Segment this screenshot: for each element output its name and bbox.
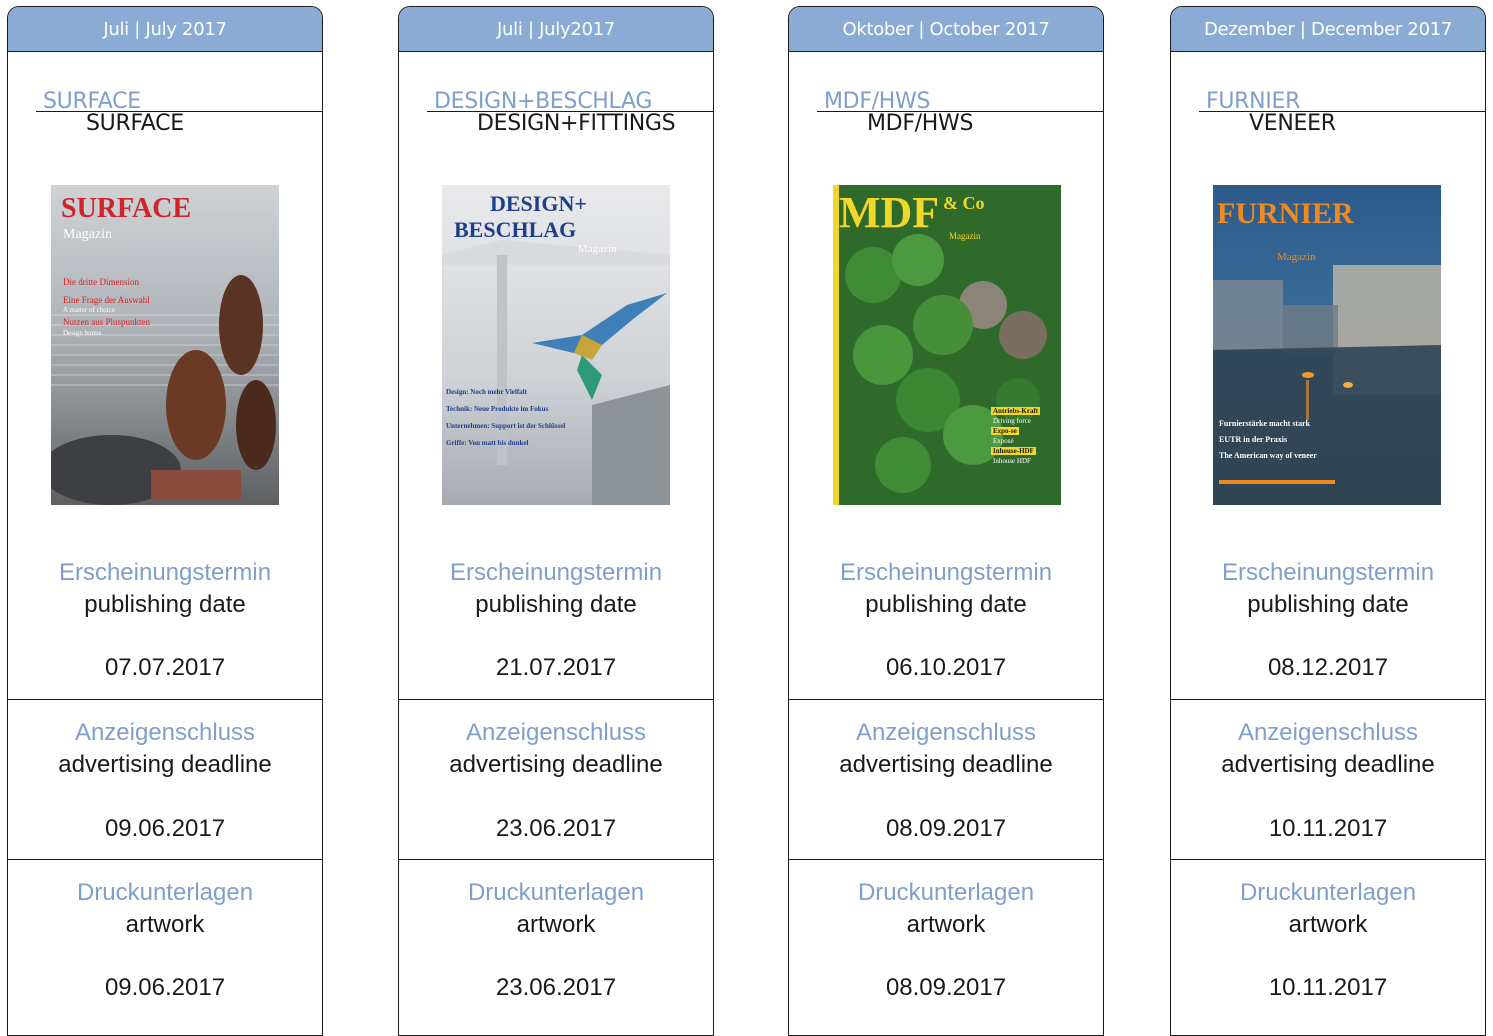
column-header: Juli | July2017 — [399, 7, 713, 52]
advertising-label-en: advertising deadline — [449, 751, 663, 778]
cover-line: Exposé — [993, 437, 1014, 445]
advertising-label-de: Anzeigenschluss — [74, 719, 256, 746]
cover-accent-bar — [1219, 480, 1335, 484]
advertising-label-de: Anzeigenschluss — [1237, 719, 1419, 746]
cover-subtitle: Magazin — [949, 231, 981, 241]
advertising-label-de: Anzeigenschluss — [855, 719, 1037, 746]
cover-line: A matter of choice — [63, 306, 115, 314]
magazine-cover-design-beschlag: DESIGN+ BESCHLAG Magazin Design: Noch me… — [442, 185, 670, 505]
divider — [789, 699, 1103, 700]
title-underline — [1199, 111, 1485, 112]
publishing-label-de: Erscheinungstermin — [58, 559, 272, 586]
advertising-date: 23.06.2017 — [495, 815, 617, 842]
cover-line: EUTR in der Praxis — [1219, 435, 1288, 444]
cover-line: Nutzen aus Pluspunkten — [63, 317, 150, 327]
column-surface: Juli | July 2017 SURFACE SURFACE SURFACE… — [7, 6, 323, 1036]
divider — [399, 699, 713, 700]
publishing-label-en: publishing date — [1247, 591, 1409, 618]
advertising-label-en: advertising deadline — [58, 751, 272, 778]
publishing-label-de: Erscheinungstermin — [1221, 559, 1435, 586]
cover-line: Griffe: Von matt bis dunkel — [446, 439, 529, 447]
publishing-label-en: publishing date — [84, 591, 246, 618]
cover-line: Antriebs-Kraft — [991, 407, 1041, 415]
cover-line: Furnierstärke macht stark — [1219, 419, 1311, 428]
magazine-cover-furnier: FURNIER Magazin Furnierstärke macht star… — [1213, 185, 1441, 505]
publishing-label-de: Erscheinungstermin — [839, 559, 1053, 586]
cover-title-line2: BESCHLAG — [454, 217, 577, 242]
publishing-date: 08.12.2017 — [1267, 654, 1389, 681]
artwork-date: 09.06.2017 — [104, 974, 226, 1001]
artwork-label-de: Druckunterlagen — [76, 879, 254, 906]
cover-line: Design: Noch mehr Vielfalt — [446, 388, 527, 396]
divider — [8, 859, 322, 860]
cover-line: Expo-se — [991, 427, 1019, 435]
publishing-date: 06.10.2017 — [885, 654, 1007, 681]
magazine-cover-surface: SURFACE Magazin Die dritte Dimension Ein… — [51, 185, 279, 505]
cover-line: Driving force — [993, 417, 1031, 425]
column-mdf-hws: Oktober | October 2017 MDF/HWS MDF/HWS M… — [788, 6, 1104, 1036]
cover-subtitle: Magazin — [63, 227, 112, 242]
column-header: Oktober | October 2017 — [789, 7, 1103, 52]
artwork-label-de: Druckunterlagen — [857, 879, 1035, 906]
publishing-label-en: publishing date — [475, 591, 637, 618]
artwork-label-en: artwork — [1288, 911, 1368, 938]
cover-title: MDF — [839, 188, 940, 237]
cover-line: Die dritte Dimension — [63, 277, 139, 287]
publishing-date: 21.07.2017 — [495, 654, 617, 681]
advertising-label-en: advertising deadline — [1221, 751, 1435, 778]
divider — [789, 859, 1103, 860]
cover-subtitle: Magazin — [578, 243, 617, 255]
advertising-date: 09.06.2017 — [104, 815, 226, 842]
artwork-label-en: artwork — [516, 911, 596, 938]
cover-title: SURFACE — [61, 193, 192, 224]
cover-line: Design bonus — [63, 329, 102, 337]
magazine-title-en: DESIGN+FITTINGS — [477, 111, 676, 136]
publishing-date: 07.07.2017 — [104, 654, 226, 681]
artwork-label-de: Druckunterlagen — [467, 879, 645, 906]
column-design-beschlag: Juli | July2017 DESIGN+BESCHLAG DESIGN+F… — [398, 6, 714, 1036]
magazine-title-en: MDF/HWS — [867, 111, 974, 136]
cover-line: Eine Frage der Auswahl — [63, 295, 150, 305]
column-furnier: Dezember | December 2017 FURNIER VENEER … — [1170, 6, 1486, 1036]
cover-title: FURNIER — [1217, 197, 1354, 230]
artwork-date: 23.06.2017 — [495, 974, 617, 1001]
divider — [1171, 699, 1485, 700]
divider — [399, 859, 713, 860]
cover-title: DESIGN+ — [490, 191, 587, 216]
cover-line: Inhouse HDF — [993, 457, 1031, 465]
advertising-label-de: Anzeigenschluss — [465, 719, 647, 746]
column-header: Dezember | December 2017 — [1171, 7, 1485, 52]
artwork-label-de: Druckunterlagen — [1239, 879, 1417, 906]
cover-line: Unternehmen: Support ist der Schlüssel — [446, 422, 566, 430]
artwork-label-en: artwork — [906, 911, 986, 938]
cover-line: The American way of veneer — [1219, 451, 1317, 460]
magazine-title-en: SURFACE — [86, 111, 184, 136]
divider — [1171, 859, 1485, 860]
column-header: Juli | July 2017 — [8, 7, 322, 52]
advertising-date: 08.09.2017 — [885, 815, 1007, 842]
cover-title-line2: & Co — [943, 193, 985, 213]
cover-line: Inhouse-HDF — [991, 447, 1036, 455]
magazine-cover-mdf: MDF & Co Magazin Antriebs-Kraft Driving … — [833, 185, 1061, 505]
advertising-label-en: advertising deadline — [839, 751, 1053, 778]
divider — [8, 699, 322, 700]
artwork-label-en: artwork — [125, 911, 205, 938]
artwork-date: 08.09.2017 — [885, 974, 1007, 1001]
advertising-date: 10.11.2017 — [1268, 815, 1388, 842]
publishing-label-de: Erscheinungstermin — [449, 559, 663, 586]
cover-subtitle: Magazin — [1277, 251, 1316, 263]
magazine-title-en: VENEER — [1249, 111, 1336, 136]
cover-line: Technik: Neue Produkte im Fokus — [446, 405, 549, 413]
publishing-label-en: publishing date — [865, 591, 1027, 618]
artwork-date: 10.11.2017 — [1268, 974, 1388, 1001]
